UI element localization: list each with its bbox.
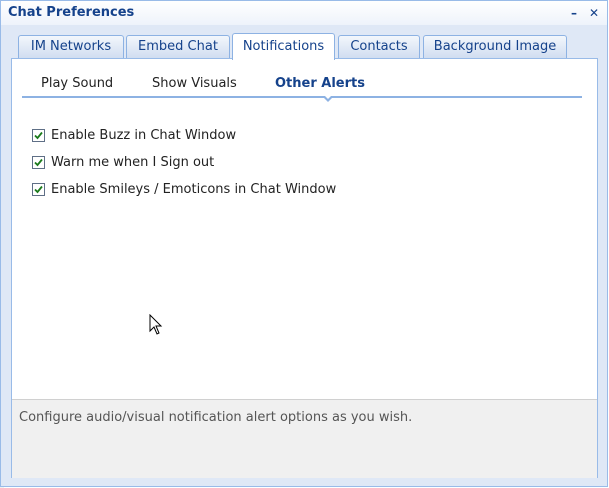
- panel-footer: Configure audio/visual notification aler…: [12, 399, 597, 478]
- window-title: Chat Preferences: [8, 5, 135, 20]
- active-subtab-pointer-inner: [324, 95, 332, 99]
- close-icon[interactable]: ✕: [587, 6, 601, 20]
- tab-im-networks[interactable]: IM Networks: [18, 35, 124, 59]
- mouse-pointer-icon: [149, 313, 163, 340]
- warn-sign-out-checkbox[interactable]: [32, 155, 45, 169]
- tab-contacts[interactable]: Contacts: [338, 35, 420, 59]
- checkmark-icon: [34, 131, 43, 139]
- option-enable-buzz: Enable Buzz in Chat Window: [32, 127, 236, 143]
- enable-smileys-label: Enable Smileys / Emoticons in Chat Windo…: [51, 181, 337, 197]
- subtab-play-sound[interactable]: Play Sound: [41, 76, 113, 91]
- subtab-other-alerts[interactable]: Other Alerts: [275, 76, 365, 91]
- tab-background-image[interactable]: Background Image: [423, 35, 567, 59]
- subtab-strip: Play Sound Show Visuals Other Alerts: [22, 74, 582, 102]
- option-warn-sign-out: Warn me when I Sign out: [32, 154, 214, 170]
- minimize-icon[interactable]: –: [567, 6, 581, 20]
- footer-hint-text: Configure audio/visual notification aler…: [19, 410, 413, 425]
- checkmark-icon: [34, 158, 43, 166]
- window-titlebar[interactable]: Chat Preferences – ✕: [1, 1, 607, 25]
- notifications-panel: Play Sound Show Visuals Other Alerts Ena…: [11, 58, 598, 478]
- enable-buzz-checkbox[interactable]: [32, 128, 45, 142]
- tab-strip: IM Networks Embed Chat Notifications Con…: [11, 32, 598, 60]
- warn-sign-out-label: Warn me when I Sign out: [51, 154, 215, 170]
- subtab-show-visuals[interactable]: Show Visuals: [152, 76, 237, 91]
- option-enable-smileys: Enable Smileys / Emoticons in Chat Windo…: [32, 181, 336, 197]
- enable-smileys-checkbox[interactable]: [32, 182, 45, 196]
- checkmark-icon: [34, 185, 43, 193]
- enable-buzz-label: Enable Buzz in Chat Window: [51, 127, 237, 143]
- tab-embed-chat[interactable]: Embed Chat: [126, 35, 230, 59]
- chat-preferences-window: Chat Preferences – ✕ IM Networks Embed C…: [0, 0, 608, 487]
- tab-notifications[interactable]: Notifications: [232, 33, 335, 60]
